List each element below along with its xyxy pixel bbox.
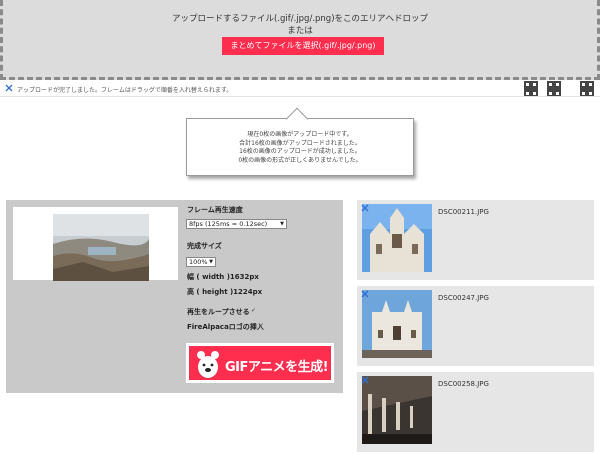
drop-or-text: または [287,26,313,36]
summary-line: 合計16枚の画像がアップロードされました。 [239,139,361,147]
image-thumbnail [362,290,432,358]
image-filename: DSC00211.JPG [438,208,489,216]
close-icon[interactable] [5,84,13,92]
width-readout: 幅 ( width )1632px [187,273,259,281]
playback-speed-value: 8fps (125ms = 0.12sec) [189,220,268,228]
summary-line: 0枚の画像の形式が正しくありませんでした。 [238,156,362,164]
close-icon[interactable] [360,203,370,213]
summary-line: 現在0枚の画像がアップロード中です。 [247,131,353,138]
summary-line: 16枚の画像のアップロードが成功しました。 [239,148,361,155]
height-readout: 高 ( height )1224px [187,288,263,296]
select-files-button[interactable]: まとめてファイルを選択(.gif/.jpg/.png) [222,37,384,55]
list-item[interactable]: DSC00211.JPG [357,200,594,280]
alpaca-mascot-icon [197,351,219,378]
chevron-down-icon: ▼ [280,221,284,227]
output-size-select[interactable]: 100% ▼ [186,257,216,267]
playback-speed-select[interactable]: 8fps (125ms = 0.12sec) ▼ [186,219,287,229]
image-thumbnail [362,204,432,272]
logo-label: FireAlpacaロゴの挿入 [187,323,264,331]
output-size-label: 完成サイズ [187,242,222,250]
close-icon[interactable] [360,375,370,385]
playback-speed-label: フレーム再生速度 [187,206,243,214]
file-drop-zone[interactable]: アップロードするファイル(.gif/.jpg/.png)をこのエリアへドロップ … [0,0,600,80]
gif-settings-panel: フレーム再生速度 8fps (125ms = 0.12sec) ▼ 完成サイズ … [6,200,343,393]
image-filename: DSC00258.JPG [438,380,489,388]
close-icon[interactable] [360,289,370,299]
loop-checkbox[interactable]: ✓ [251,307,259,315]
loop-label: 再生をループさせる [187,308,250,316]
drop-instruction: アップロードするファイル(.gif/.jpg/.png)をこのエリアへドロップ [171,14,429,24]
upload-status: アップロードが完了しました。フレームはドラッグで順番を入れ替えられます。 [0,83,600,95]
list-item[interactable]: DSC00258.JPG [357,372,594,452]
output-size-value: 100% [189,258,208,266]
image-filename: DSC00247.JPG [438,294,489,302]
generate-gif-button[interactable]: GIFアニメを生成! [186,343,334,383]
chevron-down-icon: ▼ [209,259,213,265]
divider [0,96,600,97]
upload-status-text: アップロードが完了しました。フレームはドラッグで順番を入れ替えられます。 [17,87,233,94]
image-thumbnail [362,376,432,444]
preview-frame [13,207,178,281]
logo-checkbox[interactable]: ✓ [259,322,267,330]
list-item[interactable]: DSC00247.JPG [357,286,594,366]
preview-image [53,214,149,281]
generate-gif-label: GIFアニメを生成! [225,360,329,375]
